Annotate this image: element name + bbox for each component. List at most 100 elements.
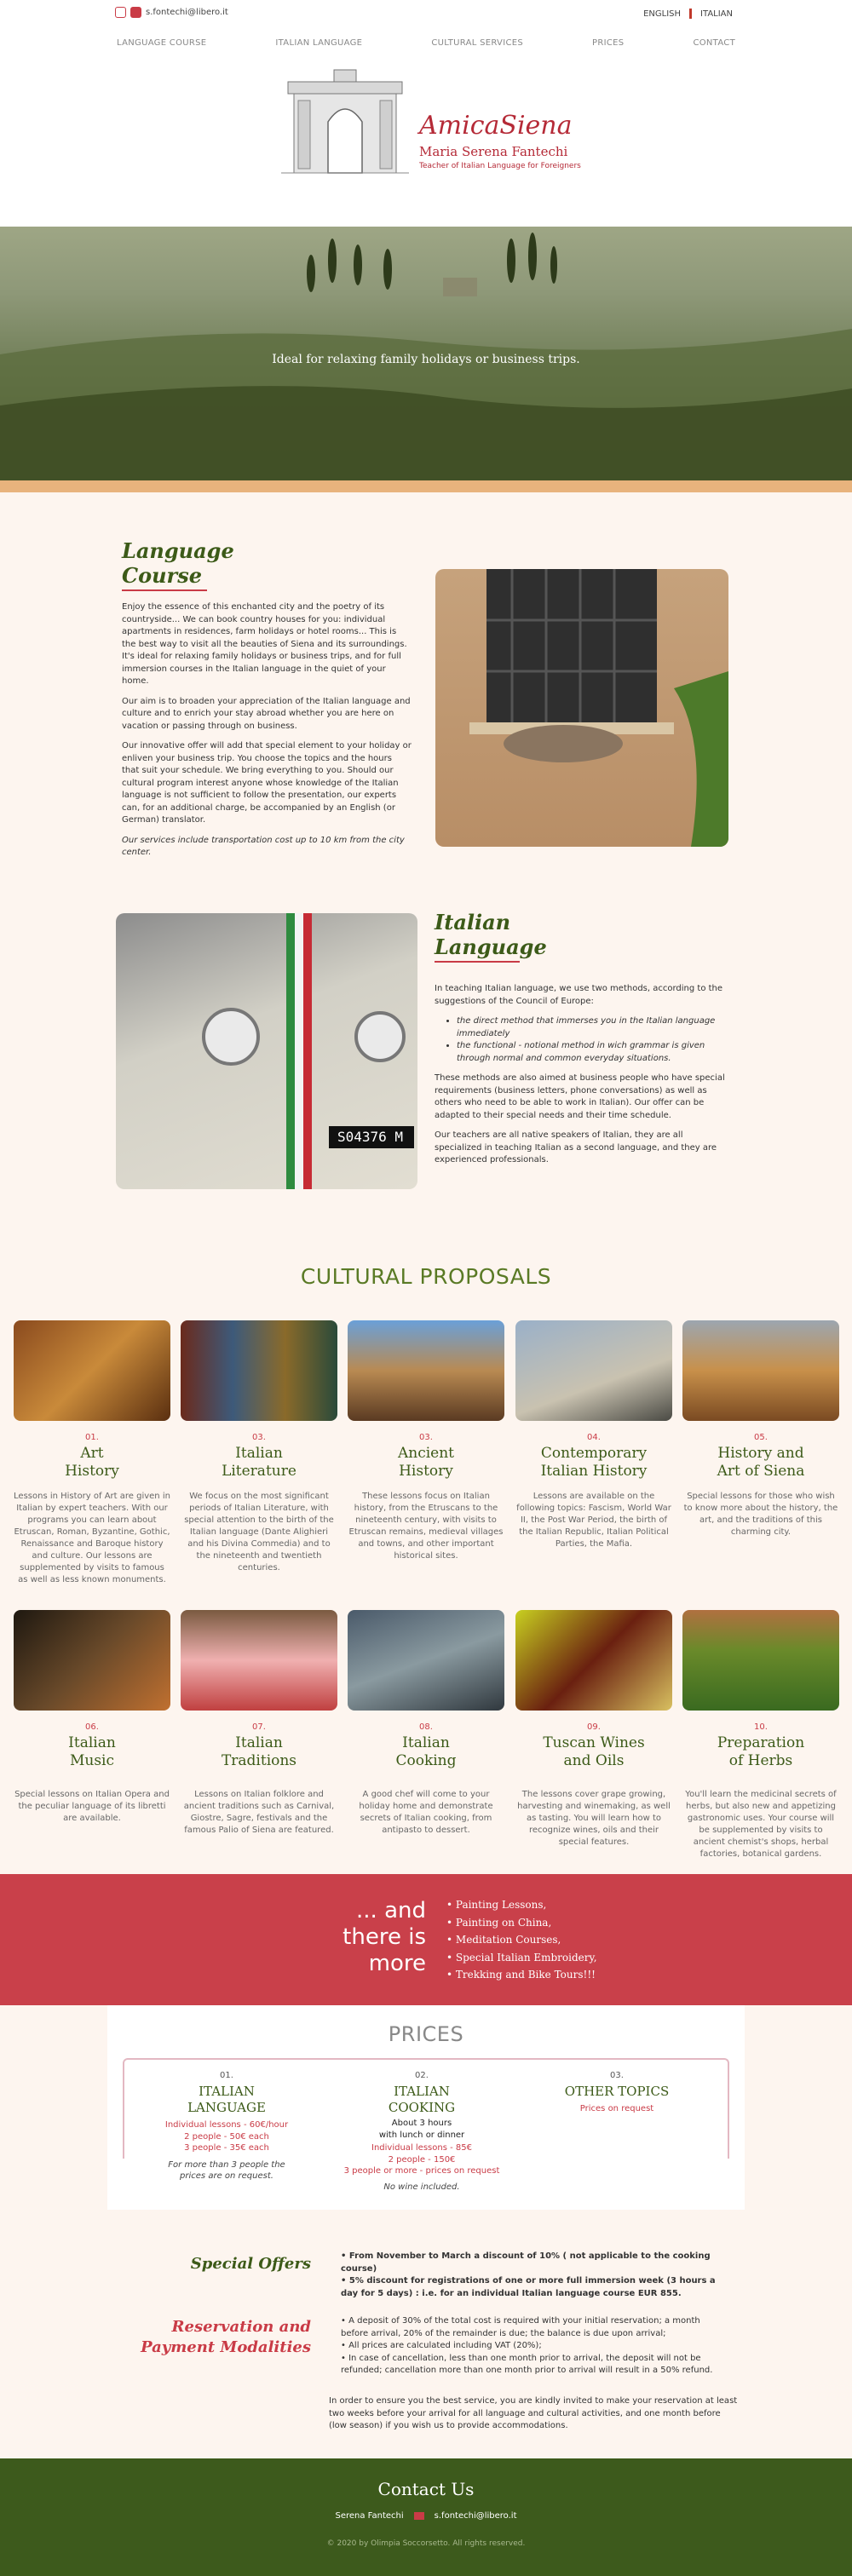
price-rate: Prices on request [579, 2104, 654, 2113]
price-rate: Individual lessons - 60€/hour [164, 2120, 289, 2130]
cultural-card-number: 03. [252, 1433, 266, 1442]
cultural-card-photo [14, 1610, 170, 1711]
reservation-title-line1: Reservation and [171, 2318, 311, 2336]
cultural-card-title: Ancient [397, 1445, 455, 1462]
price-title: ITALIAN [199, 2084, 255, 2099]
price-note: No wine included. [383, 2182, 460, 2192]
lang-italian[interactable]: ITALIAN [700, 9, 733, 19]
cultural-card-title: Literature [222, 1463, 296, 1480]
svg-text:S04376 M: S04376 M [337, 1129, 403, 1145]
cultural-card: 03. Ancient History These lessons focus on … [348, 1320, 504, 1562]
prices-section: PRICES 01. ITALIAN LANGUAGE Individual l… [107, 2005, 745, 2210]
more-list: Painting Lessons, Painting on China, Med… [446, 1896, 597, 1984]
cultural-card-title: Italian [402, 1734, 450, 1751]
cultural-card-number: 08. [419, 1722, 433, 1732]
cultural-card: 08. Italian Cooking A good chef will come t… [348, 1610, 504, 1837]
cultural-card-description: We focus on the most significant periods… [184, 1492, 334, 1573]
cultural-card: 05. History and Art of Siena Special lesson… [682, 1320, 839, 1538]
top-bar: s.fontechi@libero.it ENGLISH ITALIAN [0, 0, 852, 29]
fiat-graphic: S04376 M [202, 913, 414, 1189]
language-title-line1: Italian [435, 910, 511, 934]
price-title: OTHER TOPICS [564, 2084, 670, 2099]
method-item: the functional - notional method in wich… [457, 1040, 733, 1065]
more-item: Trekking and Bike Tours!!! [446, 1966, 597, 1984]
course-p4: Our services include transportation cost… [122, 835, 405, 858]
price-rate: 3 people - 35€ each [184, 2143, 269, 2153]
hero-banner: Ideal for relaxing family holidays or bu… [0, 227, 852, 492]
more-banner: ... and there is more Painting Lessons, … [0, 1874, 852, 2005]
fiat-500-photo: S04376 M [116, 913, 417, 1189]
course-p2: Our aim is to broaden your appreciation … [122, 696, 411, 731]
contact-row: Serena Fantechi s.fontechi@libero.it [0, 2511, 852, 2521]
contact-name: Serena Fantechi [335, 2511, 404, 2521]
cultural-card-title: Cooking [395, 1752, 457, 1769]
cultural-card-title: and Oils [563, 1752, 625, 1769]
nav-italian-language[interactable]: ITALIAN LANGUAGE [275, 38, 362, 48]
cultural-card-number: 04. [587, 1433, 601, 1442]
flag-icon [689, 9, 693, 19]
language-intro: In teaching Italian language, we use two… [435, 984, 723, 1006]
reservation-note: In order to ensure you the best service,… [329, 2396, 738, 2430]
more-line3: more [368, 1951, 426, 1976]
lang-english[interactable]: ENGLISH [643, 9, 681, 19]
contact-email[interactable]: s.fontechi@libero.it [435, 2511, 517, 2521]
cultural-card-number: 01. [85, 1433, 99, 1442]
cultural-card-photo [515, 1320, 672, 1421]
price-note: For more than 3 people the prices are on… [168, 2159, 285, 2182]
course-title: Language Course [122, 538, 412, 588]
cultural-card: 03. Italian Literature We focus on the most… [181, 1320, 337, 1574]
language-title: Italian Language [435, 910, 733, 959]
nav-language-course[interactable]: LANGUAGE COURSE [117, 38, 206, 48]
special-title-text: Special Offers [190, 2255, 311, 2273]
cultural-card-title: Tuscan Wines [543, 1734, 645, 1751]
course-text: Enjoy the essence of this enchanted city… [122, 601, 412, 860]
more-line2: there is [343, 1924, 426, 1950]
cultural-title: CULTURAL PROPOSALS [300, 1264, 552, 1289]
price-title: ITALIAN [394, 2084, 450, 2099]
cultural-card: 10. Preparation of Herbs You'll learn the m… [682, 1610, 839, 1860]
cultural-card-description: Lessons are available on the following t… [516, 1492, 671, 1549]
price-rate: 2 people - 50€ each [184, 2131, 269, 2142]
nav-cultural-services[interactable]: CULTURAL SERVICES [431, 38, 523, 48]
cultural-card: 06. Italian Music Special lessons on Italia… [14, 1610, 170, 1825]
cultural-card-description: The lessons cover grape growing, harvest… [517, 1790, 671, 1847]
cultural-card-photo [348, 1610, 504, 1711]
italian-language-section: Italian Language In teaching Italian lan… [435, 910, 733, 1175]
reservation-item: • A deposit of 30% of the total cost is … [341, 2316, 700, 2338]
price-sub: with lunch or dinner [378, 2130, 465, 2140]
cultural-card-description: These lessons focus on Italian history, … [348, 1492, 504, 1561]
top-email[interactable]: s.fontechi@libero.it [146, 8, 228, 17]
title-underline [435, 961, 520, 963]
tagline: Teacher of Italian Language for Foreigne… [419, 162, 581, 170]
price-title: COOKING [388, 2100, 456, 2115]
course-p1: Enjoy the essence of this enchanted city… [122, 602, 407, 686]
brand-name: AmicaSiena [419, 111, 573, 141]
course-title-line2: Course [122, 563, 202, 588]
cultural-card-photo [348, 1320, 504, 1421]
logo-header: AmicaSiena Maria Serena Fantechi Teacher… [0, 56, 852, 227]
cultural-card-number: 07. [252, 1722, 266, 1732]
main-nav: LANGUAGE COURSE ITALIAN LANGUAGE CULTURA… [0, 29, 852, 56]
nav-prices[interactable]: PRICES [592, 38, 624, 48]
cultural-card-title: History [399, 1463, 453, 1480]
window-graphic [469, 569, 728, 847]
reservation-item: • All prices are calculated including VA… [341, 2341, 542, 2350]
special-item: • From November to March a discount of 1… [341, 2251, 711, 2274]
cultural-card-photo [515, 1610, 672, 1711]
cultural-card-photo [181, 1610, 337, 1711]
instagram-icon[interactable] [115, 7, 126, 18]
facebook-icon[interactable] [130, 7, 141, 18]
cultural-card-title: Music [69, 1752, 115, 1769]
price-title: LANGUAGE [187, 2100, 266, 2115]
method-item: the direct method that immerses you in t… [457, 1015, 733, 1040]
nav-contact[interactable]: CONTACT [693, 38, 735, 48]
language-title-line2: Language [435, 934, 547, 959]
reservation-item-text: A deposit of 30% of the total cost is re… [341, 2316, 700, 2338]
more-lead: ... and there is more [324, 1898, 426, 1977]
cultural-card-title: Italian [235, 1445, 283, 1462]
cultural-card-title: of Herbs [728, 1752, 793, 1769]
reservation-item-text: All prices are calculated including VAT … [348, 2341, 542, 2350]
prices-title: PRICES [388, 2022, 464, 2046]
cultural-card: 04. Contemporary Italian History Lessons ar… [515, 1320, 672, 1550]
cultural-card-description: You'll learn the medicinal secrets of he… [685, 1790, 837, 1859]
